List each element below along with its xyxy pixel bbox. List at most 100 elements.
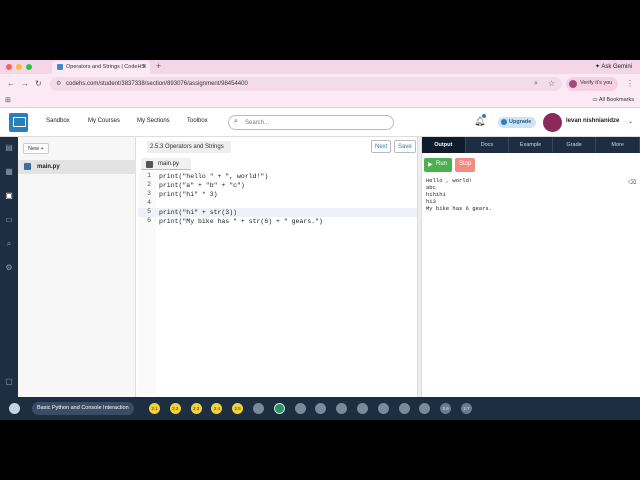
site-header: Sandbox My Courses My Sections Toolbox ⌕… (0, 108, 640, 137)
lesson-breadcrumb[interactable]: Basic Python and Console Interaction (32, 402, 134, 415)
assignment-title: 2.5.3 Operators and Strings (147, 141, 231, 153)
user-menu-chevron-icon[interactable]: ⌄ (628, 118, 633, 125)
nav-my-courses[interactable]: My Courses (88, 118, 120, 124)
collapse-panel-icon[interactable]: ▢ (4, 377, 14, 386)
video-icon[interactable]: ▭ (4, 215, 14, 224)
lesson-pip[interactable] (357, 403, 368, 414)
close-tab-icon[interactable]: ✕ (142, 63, 147, 70)
line-number: 1 (147, 172, 151, 179)
verify-identity-button[interactable]: Verify it's you (566, 77, 619, 91)
code-line[interactable]: 4 (138, 199, 417, 208)
bookmarks-bar: ⊞ ▭ All Bookmarks (0, 94, 640, 108)
bookmark-star-icon[interactable]: ☆ (548, 79, 555, 88)
tab-output[interactable]: Output (422, 137, 466, 153)
lesson-pip[interactable] (253, 403, 264, 414)
codehs-page: Sandbox My Courses My Sections Toolbox ⌕… (0, 108, 640, 420)
calendar-icon[interactable]: ▦ (4, 167, 14, 176)
lesson-pip[interactable] (273, 403, 285, 414)
nav-my-sections[interactable]: My Sections (137, 118, 170, 124)
settings-gear-icon[interactable]: ⚙ (4, 263, 14, 272)
save-button[interactable]: Save (394, 140, 416, 153)
tab-strip: Operators and Strings | CodeHS ✕ + ✦ Ask… (0, 60, 640, 74)
new-tab-icon[interactable]: + (156, 61, 161, 71)
upgrade-icon (501, 119, 507, 125)
next-button[interactable]: Next (371, 140, 392, 153)
lesson-pip[interactable] (419, 403, 431, 414)
lesson-pip[interactable]: 2.6 (440, 403, 452, 414)
output-panel: Output Docs Example Grade More ▶ Run Sto… (422, 137, 640, 397)
browser-menu-icon[interactable]: ⋮ (626, 79, 634, 88)
editor-file-tab-label: main.py (158, 161, 180, 167)
codehs-logo-icon[interactable] (9, 113, 28, 132)
user-avatar[interactable] (543, 113, 562, 132)
code-text: print("hello " + ", world!") (159, 173, 269, 180)
browser-tab-active[interactable]: Operators and Strings | CodeHS ✕ (52, 61, 150, 74)
ask-gemini-button[interactable]: ✦ Ask Gemini (595, 63, 632, 70)
nav-sandbox[interactable]: Sandbox (46, 118, 70, 124)
run-button[interactable]: ▶ Run (424, 158, 453, 172)
code-line[interactable]: 3 print("hi" * 3) (138, 190, 417, 199)
file-item-main-py[interactable]: main.py (18, 160, 136, 174)
lesson-pip[interactable] (315, 403, 327, 414)
code-text: print("a" + "b" + "c") (159, 182, 245, 189)
codehs-favicon-icon (57, 64, 63, 70)
lesson-pip[interactable]: 2.1 (149, 403, 160, 414)
browser-window: Operators and Strings | CodeHS ✕ + ✦ Ask… (0, 60, 640, 420)
code-text: print("hi" * 3) (159, 191, 218, 198)
play-icon: ▶ (428, 162, 433, 168)
lesson-pip[interactable]: 2.4 (211, 403, 223, 414)
code-area[interactable]: 1 print("hello " + ", world!") 2 print("a"… (138, 172, 417, 226)
tab-grade[interactable]: Grade (553, 137, 597, 153)
left-tool-rail: ▤ ▦ ▣ ▭ ⌕ ⚙ ▢ (0, 137, 18, 397)
tab-docs[interactable]: Docs (466, 137, 510, 153)
url-bar[interactable]: ⚙ codehs.com/student/3837338/section/893… (50, 77, 562, 91)
tab-more[interactable]: More (596, 137, 640, 153)
back-icon[interactable]: ← (7, 79, 15, 88)
search-placeholder: Search... (245, 120, 270, 126)
lesson-pip[interactable] (336, 403, 348, 414)
search-input[interactable]: ⌕ Search... (228, 115, 394, 130)
maximize-window-button[interactable] (26, 64, 32, 70)
upgrade-button[interactable]: Upgrade (498, 117, 537, 128)
close-window-button[interactable] (6, 64, 12, 70)
reload-icon[interactable]: ↻ (35, 79, 42, 88)
all-bookmarks-label: All Bookmarks (598, 97, 634, 103)
tab-example[interactable]: Example (509, 137, 553, 153)
upgrade-label: Upgrade (509, 119, 532, 125)
lesson-pip[interactable] (398, 403, 410, 414)
apps-grid-icon[interactable]: ⊞ (5, 96, 11, 104)
lesson-pip[interactable]: 2.7 (461, 403, 472, 414)
console-line: abc (426, 184, 436, 191)
forward-icon[interactable]: → (21, 79, 29, 88)
lesson-pip[interactable]: 2.5 (232, 403, 244, 414)
user-name[interactable]: levan nishnianidze (566, 118, 619, 124)
new-file-button[interactable]: New + (23, 143, 49, 154)
lesson-pip[interactable] (377, 403, 389, 414)
minimize-window-button[interactable] (16, 64, 22, 70)
stop-button[interactable]: Stop (455, 158, 476, 172)
file-item-label: main.py (37, 164, 60, 170)
code-editor-panel: 2.5.3 Operators and Strings Next Save ma… (138, 137, 417, 397)
code-line-active[interactable]: 5 print("hi" + str(3)) (138, 208, 417, 217)
lesson-pip[interactable]: 2.2 (169, 403, 181, 414)
code-line[interactable]: 1 print("hello " + ", world!") (138, 172, 417, 181)
zoom-icon[interactable]: ⌕ (534, 80, 538, 88)
window-controls (6, 64, 32, 70)
site-info-icon[interactable]: ⚙ (56, 80, 61, 87)
all-bookmarks-button[interactable]: ▭ All Bookmarks (592, 97, 634, 103)
address-row: ← → ↻ ⚙ codehs.com/student/3837338/secti… (0, 74, 640, 94)
assignments-icon[interactable]: ▤ (4, 143, 14, 152)
lesson-pip[interactable] (294, 403, 306, 414)
run-label: Run (436, 161, 448, 167)
lesson-pip[interactable]: 2.3 (190, 403, 202, 414)
code-line[interactable]: 2 print("a" + "b" + "c") (138, 181, 417, 190)
code-line[interactable]: 6 print("My bike has " + str(6) + " gears… (138, 217, 417, 226)
python-file-icon (146, 161, 153, 168)
editor-file-tab[interactable]: main.py (141, 158, 191, 170)
code-files-icon[interactable]: ▣ (4, 191, 14, 200)
rail-search-icon[interactable]: ⌕ (4, 239, 14, 248)
nav-toolbox[interactable]: Toolbox (187, 118, 208, 124)
home-icon[interactable] (9, 403, 20, 414)
console-line: My bike has 6 gears. (426, 205, 493, 212)
console-line: hi3 (426, 198, 436, 205)
